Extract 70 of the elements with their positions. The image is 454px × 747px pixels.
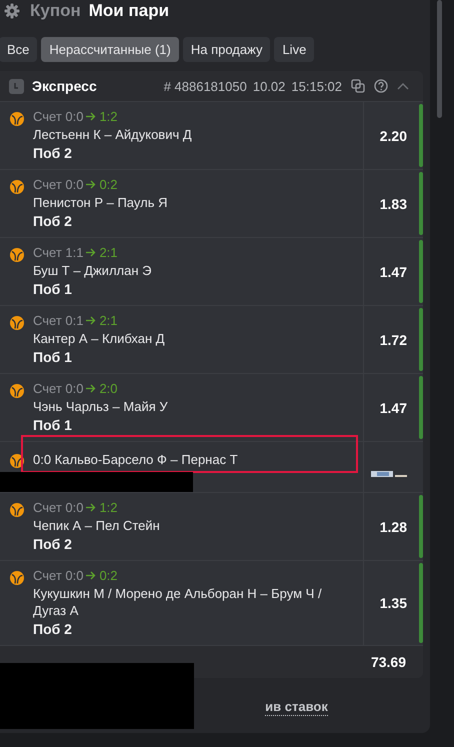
odds-value: 2.20 [380,128,407,144]
copy-icon[interactable] [351,79,365,93]
odds-value: 1.35 [380,595,407,611]
odds-value: 1.72 [380,332,407,348]
bet-pick: Поб 1 [33,281,73,298]
filter-tab[interactable]: Нерассчитанные (1) [41,37,179,62]
settings-icon[interactable] [4,3,20,19]
bet-pick: Поб 2 [33,536,73,553]
score-text: Счет 1:1 [33,245,84,260]
tennis-ball-icon [9,383,25,399]
bet-type: Экспресс [32,78,97,94]
tennis-ball-icon [9,111,25,127]
tennis-ball-icon [9,502,25,518]
bet-date: 10.02 [252,78,286,94]
bet-pick: Поб 1 [33,417,73,434]
event-name: Чэнь Чарльз – Майя У [33,398,168,415]
collapse-icon[interactable] [397,82,409,90]
tennis-ball-icon [9,247,25,263]
event-name: Лестьенн К – Айдукович Д [33,126,192,143]
filter-tab[interactable]: Live [274,37,314,62]
arrow-icon [86,112,96,121]
filter-tab[interactable]: Все [0,37,38,62]
bet-number: # 4886181050 [164,78,247,94]
odds-value: 1.83 [380,196,407,212]
event-name: Буш Т – Джиллан Э [33,262,152,279]
current-score: 0:2 [99,568,118,583]
score-text: Счет 0:0 [33,568,84,583]
current-score: 0:2 [99,177,118,192]
odds-value: 1.47 [380,264,407,280]
blurred-odds-icon [371,470,407,478]
my-bets-tab[interactable]: Мои пари [88,1,170,21]
event-name: Кукушкин М / Морено де Альборан Н – Брум Ч / Дугаз А [33,585,323,619]
bet-time: 15:15:02 [291,78,342,94]
current-score: 2:1 [99,313,118,328]
current-score: 1:2 [99,500,118,515]
arrow-icon [86,316,96,325]
arrow-icon [86,503,96,512]
scrollbar-thumb[interactable] [437,0,442,118]
score-text: Счет 0:0 [33,381,84,396]
current-score: 2:1 [99,245,118,260]
tennis-ball-icon [9,453,25,469]
event-name: Чепик А – Пел Стейн [33,517,160,534]
bet-pick: Поб 2 [33,213,73,230]
score-text: Счет 0:1 [33,313,84,328]
filter-tab[interactable]: На продажу [182,37,270,62]
current-score: 1:2 [99,109,118,124]
event-name: 0:0 Кальво-Барсело Ф – Пернас Т [33,451,238,468]
tennis-ball-icon [9,570,25,586]
coupon-tab[interactable]: Купон [30,1,81,21]
odds-value: 1.47 [380,400,407,416]
odds-value: 1.28 [380,518,407,534]
event-name: Кантер А – Клибхан Д [33,330,165,347]
current-score: 2:0 [99,381,118,396]
tennis-ball-icon [9,315,25,331]
score-text: Счет 0:0 [33,500,84,515]
tennis-ball-icon [9,179,25,195]
score-text: Счет 0:0 [33,109,84,124]
total-odds: 73.69 [370,654,406,670]
bet-pick: Поб 1 [33,349,73,366]
arrow-icon [86,248,96,257]
arrow-icon [86,384,96,393]
event-name: Пенистон Р – Пауль Я [33,194,168,211]
arrow-icon [86,571,96,580]
bet-pick: Поб 2 [33,621,73,638]
clock-icon [9,78,24,94]
score-text: Счет 0:0 [33,177,84,192]
help-icon[interactable] [374,79,388,93]
archive-link[interactable]: ив ставок [265,699,328,716]
bet-pick: Поб 2 [33,145,73,162]
arrow-icon [86,180,96,189]
